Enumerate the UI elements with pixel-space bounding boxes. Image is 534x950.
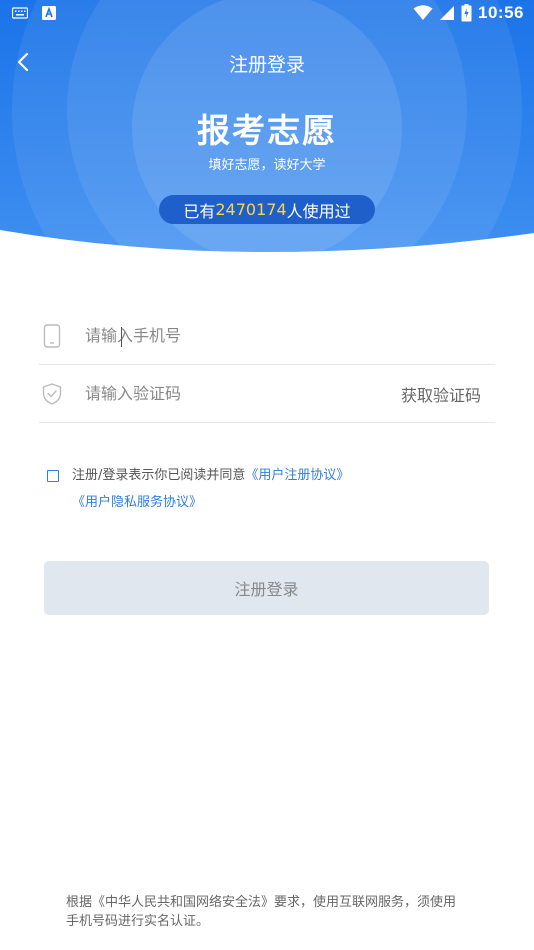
usage-prefix: 已有 (183, 201, 216, 221)
clock-time: 10:56 (478, 3, 524, 22)
page-title: 注册登录 (228, 54, 305, 76)
brand-title: 报考志愿 (197, 111, 337, 150)
text-caret (121, 327, 122, 347)
keyboard-icon (12, 7, 28, 19)
header-banner: 10:56 注册登录 报考志愿 填好志愿，读好大学 已有 2470174 人使用… (0, 0, 534, 260)
signal-icon (440, 6, 455, 20)
app-a-icon (42, 6, 56, 20)
usage-count: 2470174 (215, 200, 287, 219)
agreement-line-1: 注册/登录表示你已阅读并同意《用户注册协议》 (72, 462, 349, 489)
code-field-row: 获取验证码 (39, 365, 495, 423)
shield-check-icon (41, 382, 63, 406)
register-login-button[interactable]: 注册登录 (44, 561, 489, 615)
agreement-checkbox[interactable] (47, 470, 59, 482)
wifi-icon (413, 5, 433, 20)
brand-subtitle: 填好志愿，读好大学 (208, 158, 326, 173)
privacy-agreement-link[interactable]: 《用户隐私服务协议》 (72, 495, 202, 510)
get-code-button[interactable]: 获取验证码 (401, 382, 481, 406)
phone-input[interactable] (85, 326, 345, 345)
phone-icon (41, 323, 63, 348)
battery-icon (461, 4, 472, 22)
agreement-text: 注册/登录表示你已阅读并同意 (72, 468, 246, 483)
agreement-line-2: 《用户隐私服务协议》 (72, 489, 202, 516)
usage-count-badge: 已有 2470174 人使用过 (159, 195, 375, 224)
legal-notice: 根据《中华人民共和国网络安全法》要求，使用互联网服务，须使用手机号码进行实名认证… (66, 895, 457, 929)
usage-suffix: 人使用过 (286, 201, 351, 221)
status-bar: 10:56 (0, 0, 534, 28)
code-input[interactable] (85, 384, 345, 403)
user-agreement-link[interactable]: 《用户注册协议》 (245, 468, 349, 483)
phone-field-row (39, 307, 495, 365)
